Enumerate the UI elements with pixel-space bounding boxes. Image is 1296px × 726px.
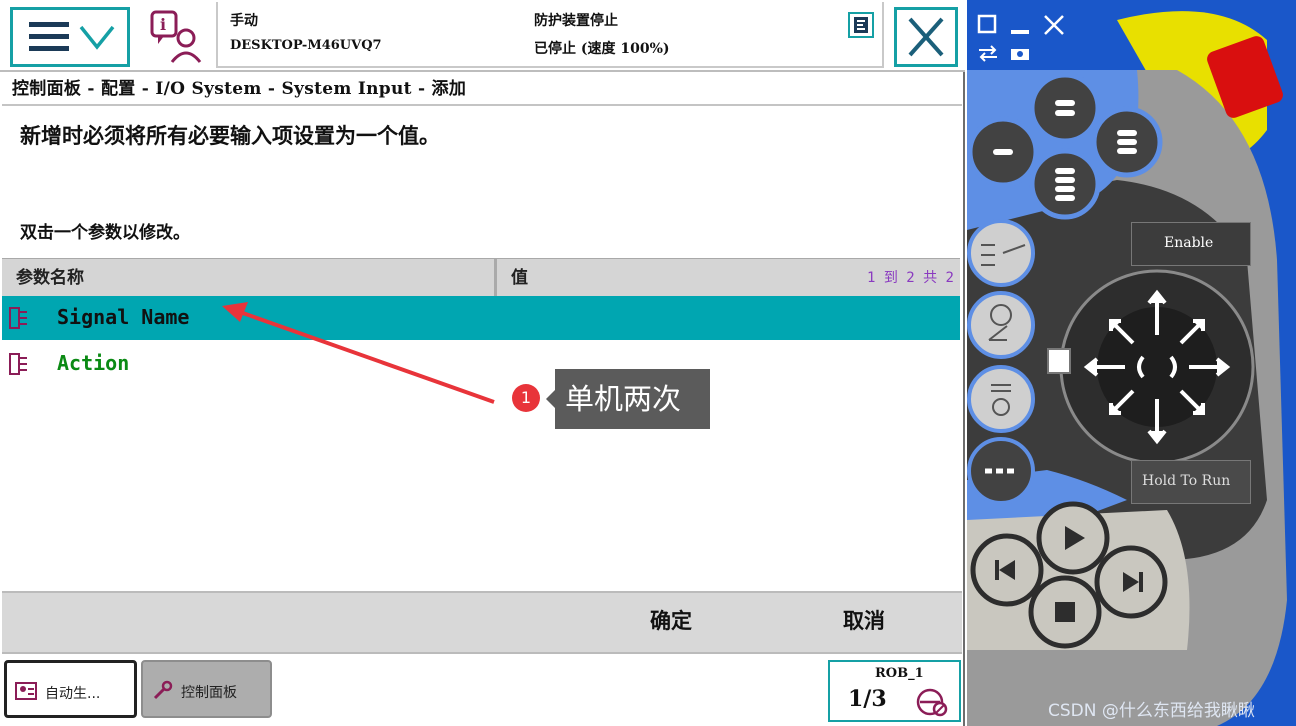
usb-port-icon [1047, 348, 1071, 374]
mode-text: 手动 [230, 13, 258, 29]
quickset-button[interactable]: ROB_1 1/3 [828, 660, 961, 722]
run-control-buttons[interactable] [967, 498, 1177, 658]
swap-icon[interactable] [977, 44, 1003, 70]
annotation-pointer [546, 390, 555, 408]
programmable-keys[interactable] [967, 70, 1167, 220]
status-flag-icon [848, 12, 874, 38]
minimize-window-icon[interactable] [1007, 12, 1033, 38]
increment-fraction: 1/3 [848, 686, 887, 712]
taskbar-item-label: 自动生... [45, 686, 101, 702]
robot-unit-label: ROB_1 [875, 666, 924, 681]
ok-button[interactable]: 确定 [650, 605, 692, 635]
taskbar-item-control-panel[interactable]: 控制面板 [141, 660, 272, 718]
mode-keys[interactable] [967, 215, 1047, 515]
enable-device[interactable]: Enable [1131, 222, 1251, 266]
action-bar: 确定 取消 [2, 591, 962, 654]
run-status-text: 已停止 (速度 100%) [534, 41, 670, 57]
svg-text:i: i [160, 15, 166, 34]
hold-to-run-label: Hold To Run [1142, 473, 1231, 489]
annotation-arrow-icon [222, 302, 495, 404]
wrench-icon [153, 680, 173, 700]
taskbar-item-auto-production[interactable]: 自动生... [4, 660, 137, 718]
status-panel[interactable]: 手动 DESKTOP-M46UVQ7 防护装置停止 已停止 (速度 100%) [216, 2, 884, 68]
event-log-icon[interactable]: i [146, 8, 206, 66]
joystick[interactable] [1047, 265, 1267, 485]
breadcrumb: 控制面板 - 配置 - I/O System - System Input - … [12, 79, 467, 99]
annotation-label: 单机两次 [555, 369, 710, 429]
close-icon [908, 17, 944, 57]
flexpendant-screen: i 手动 DESKTOP-M46UVQ7 防护装置停止 已停止 (速度 100%… [0, 0, 965, 726]
top-bar: i 手动 DESKTOP-M46UVQ7 防护装置停止 已停止 (速度 100%… [0, 0, 965, 72]
speed-gauge-icon [916, 688, 948, 717]
restore-window-icon[interactable] [975, 12, 1001, 38]
close-button[interactable] [894, 7, 958, 67]
auto-production-icon [15, 682, 37, 700]
cancel-button[interactable]: 取消 [843, 605, 885, 635]
hamburger-icon [29, 22, 115, 51]
host-text: DESKTOP-M46UVQ7 [230, 38, 382, 53]
taskbar-item-label: 控制面板 [181, 685, 237, 701]
close-window-icon[interactable] [1041, 12, 1067, 38]
main-menu-button[interactable] [10, 7, 130, 67]
safety-status-text: 防护装置停止 [534, 13, 618, 29]
annotation-number-badge: 1 [512, 384, 540, 412]
taskbar: 自动生... 控制面板 ROB_1 1/3 [0, 656, 963, 726]
pendant-hardware: Enable Hold To Run [967, 0, 1296, 726]
watermark-text: CSDN @什么东西给我瞅瞅 [1048, 701, 1255, 721]
camera-icon[interactable] [1009, 44, 1035, 70]
enable-label: Enable [1164, 235, 1214, 251]
content-area: 新增时必须将所有必要输入项设置为一个值。 双击一个参数以修改。 参数名称 值 1… [2, 104, 962, 591]
